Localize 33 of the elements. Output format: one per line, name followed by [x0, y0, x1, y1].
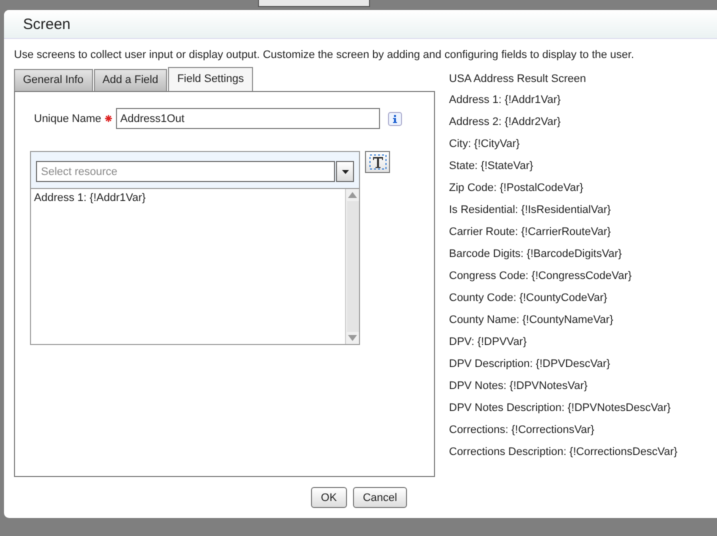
text-format-icon[interactable]: [365, 151, 390, 173]
preview-line: DPV: {!DPVVar}: [449, 336, 528, 350]
description-text: Use screens to collect user input or display output. Customize the screen by adding and configuring fields to display to the user.: [14, 49, 636, 61]
preview-line: Congress Code: {!CongressCodeVar}: [449, 270, 633, 284]
down-arrow-icon[interactable]: [348, 335, 357, 341]
dialog-button[interactable]: OK: [310, 487, 347, 508]
field-label: Unique Name: [34, 112, 102, 124]
caret-icon: [342, 170, 348, 174]
preview-line: Address 1: {!Addr1Var}: [449, 94, 562, 108]
dialog-button[interactable]: Cancel: [352, 487, 408, 508]
tab[interactable]: Add a Field: [94, 69, 168, 91]
preview-line: Barcode Digits: {!BarcodeDigitsVar}: [449, 248, 623, 262]
dialog-title: Screen: [23, 16, 71, 32]
preview-title: USA Address Result Screen: [449, 73, 587, 85]
preview-line: Carrier Route: {!CarrierRouteVar}: [449, 226, 612, 240]
info-icon[interactable]: [388, 112, 402, 126]
preview-line: State: {!StateVar}: [449, 160, 534, 174]
preview-line: DPV Notes: {!DPVNotesVar}: [449, 380, 589, 394]
unique-name-field[interactable]: Address1Out: [116, 108, 380, 129]
up-arrow-icon[interactable]: [348, 192, 357, 198]
preview-line: Is Residential: {!IsResidentialVar}: [449, 204, 612, 218]
preview-line: County Code: {!CountyCodeVar}: [449, 292, 608, 306]
preview-line: Corrections Description: {!CorrectionsDescVar}: [449, 446, 678, 460]
preview-line: City: {!CityVar}: [449, 138, 521, 152]
preview-line: Zip Code: {!PostalCodeVar}: [449, 182, 584, 196]
preview-line: DPV Description: {!DPVDescVar}: [449, 358, 612, 372]
tab[interactable]: Field Settings: [168, 67, 253, 91]
preview-line: Address 2: {!Addr2Var}: [449, 116, 562, 130]
scrollbar[interactable]: [345, 189, 359, 344]
preview-line: County Name: {!CountyNameVar}: [449, 314, 614, 328]
preview-line: Corrections: {!CorrectionsVar}: [449, 424, 596, 438]
preview-line: DPV Notes Description: {!DPVNotesDescVar}: [449, 402, 672, 416]
tab[interactable]: General Info: [14, 69, 93, 91]
